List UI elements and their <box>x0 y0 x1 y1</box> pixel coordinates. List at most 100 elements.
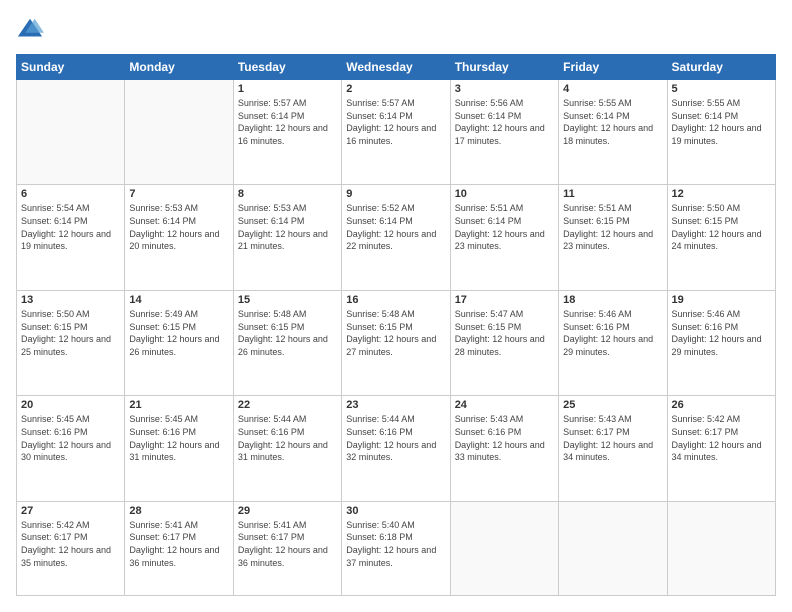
weekday-header-friday: Friday <box>559 55 667 80</box>
calendar-cell: 13 Sunrise: 5:50 AM Sunset: 6:15 PM Dayli… <box>17 290 125 395</box>
day-number: 23 <box>346 399 445 411</box>
weekday-header-sunday: Sunday <box>17 55 125 80</box>
day-number: 10 <box>455 188 554 200</box>
calendar-cell: 17Sunrise: 5:47 AM Sunset: 6:15 PM Dayli… <box>450 290 558 395</box>
day-number: 16 <box>346 294 445 306</box>
calendar-cell: 27Sunrise: 5:42 AM Sunset: 6:17 PM Dayli… <box>17 501 125 595</box>
day-number: 9 <box>346 188 445 200</box>
day-number: 21 <box>129 399 228 411</box>
page: SundayMondayTuesdayWednesdayThursdayFrid… <box>0 0 792 612</box>
day-number: 2 <box>346 83 445 95</box>
calendar-cell: 26 Sunrise: 5:42 AM Sunset: 6:17 PM Dayli… <box>667 396 775 501</box>
day-number: 25 <box>563 399 662 411</box>
calendar-week-row: 1 Sunrise: 5:57 AM Sunset: 6:14 PM Daylig… <box>17 80 776 185</box>
weekday-header-tuesday: Tuesday <box>233 55 341 80</box>
day-info: Sunrise: 5:53 AM Sunset: 6:14 PM Dayligh… <box>238 202 337 252</box>
calendar-cell: 21Sunrise: 5:45 AM Sunset: 6:16 PM Dayli… <box>125 396 233 501</box>
calendar-cell: 30 Sunrise: 5:40 AM Sunset: 6:18 PM Dayli… <box>342 501 450 595</box>
weekday-header-saturday: Saturday <box>667 55 775 80</box>
day-number: 4 <box>563 83 662 95</box>
calendar-cell: 9 Sunrise: 5:52 AM Sunset: 6:14 PM Daylig… <box>342 185 450 290</box>
day-number: 24 <box>455 399 554 411</box>
day-info: Sunrise: 5:47 AM Sunset: 6:15 PM Dayligh… <box>455 308 554 358</box>
calendar-cell <box>17 80 125 185</box>
day-number: 26 <box>672 399 771 411</box>
calendar-cell <box>667 501 775 595</box>
day-info: Sunrise: 5:48 AM Sunset: 6:15 PM Dayligh… <box>346 308 445 358</box>
calendar-cell: 12 Sunrise: 5:50 AM Sunset: 6:15 PM Dayli… <box>667 185 775 290</box>
day-info: Sunrise: 5:49 AM Sunset: 6:15 PM Dayligh… <box>129 308 228 358</box>
header <box>16 16 776 44</box>
day-number: 13 <box>21 294 120 306</box>
day-number: 8 <box>238 188 337 200</box>
calendar-cell <box>125 80 233 185</box>
day-info: Sunrise: 5:55 AM Sunset: 6:14 PM Dayligh… <box>563 97 662 147</box>
calendar-week-row: 20Sunrise: 5:45 AM Sunset: 6:16 PM Dayli… <box>17 396 776 501</box>
calendar-cell: 2 Sunrise: 5:57 AM Sunset: 6:14 PM Daylig… <box>342 80 450 185</box>
logo-icon <box>16 16 44 44</box>
calendar-cell <box>450 501 558 595</box>
calendar-cell: 14 Sunrise: 5:49 AM Sunset: 6:15 PM Dayli… <box>125 290 233 395</box>
day-number: 14 <box>129 294 228 306</box>
calendar-week-row: 6 Sunrise: 5:54 AM Sunset: 6:14 PM Daylig… <box>17 185 776 290</box>
day-info: Sunrise: 5:41 AM Sunset: 6:17 PM Dayligh… <box>238 519 337 569</box>
day-info: Sunrise: 5:42 AM Sunset: 6:17 PM Dayligh… <box>672 413 771 463</box>
calendar-cell: 15 Sunrise: 5:48 AM Sunset: 6:15 PM Dayli… <box>233 290 341 395</box>
day-info: Sunrise: 5:46 AM Sunset: 6:16 PM Dayligh… <box>563 308 662 358</box>
day-info: Sunrise: 5:43 AM Sunset: 6:16 PM Dayligh… <box>455 413 554 463</box>
calendar-cell: 23 Sunrise: 5:44 AM Sunset: 6:16 PM Dayli… <box>342 396 450 501</box>
day-info: Sunrise: 5:46 AM Sunset: 6:16 PM Dayligh… <box>672 308 771 358</box>
calendar-cell: 20Sunrise: 5:45 AM Sunset: 6:16 PM Dayli… <box>17 396 125 501</box>
calendar-week-row: 27Sunrise: 5:42 AM Sunset: 6:17 PM Dayli… <box>17 501 776 595</box>
calendar-cell: 4 Sunrise: 5:55 AM Sunset: 6:14 PM Daylig… <box>559 80 667 185</box>
calendar-cell: 10 Sunrise: 5:51 AM Sunset: 6:14 PM Dayli… <box>450 185 558 290</box>
calendar-cell: 18 Sunrise: 5:46 AM Sunset: 6:16 PM Dayli… <box>559 290 667 395</box>
day-number: 15 <box>238 294 337 306</box>
day-number: 5 <box>672 83 771 95</box>
day-info: Sunrise: 5:40 AM Sunset: 6:18 PM Dayligh… <box>346 519 445 569</box>
calendar-cell: 3 Sunrise: 5:56 AM Sunset: 6:14 PM Daylig… <box>450 80 558 185</box>
day-number: 1 <box>238 83 337 95</box>
calendar-cell: 11Sunrise: 5:51 AM Sunset: 6:15 PM Dayli… <box>559 185 667 290</box>
day-info: Sunrise: 5:53 AM Sunset: 6:14 PM Dayligh… <box>129 202 228 252</box>
weekday-header-thursday: Thursday <box>450 55 558 80</box>
day-number: 28 <box>129 505 228 517</box>
day-info: Sunrise: 5:55 AM Sunset: 6:14 PM Dayligh… <box>672 97 771 147</box>
day-info: Sunrise: 5:56 AM Sunset: 6:14 PM Dayligh… <box>455 97 554 147</box>
day-number: 7 <box>129 188 228 200</box>
day-info: Sunrise: 5:48 AM Sunset: 6:15 PM Dayligh… <box>238 308 337 358</box>
calendar-cell: 28 Sunrise: 5:41 AM Sunset: 6:17 PM Dayli… <box>125 501 233 595</box>
calendar-cell: 8 Sunrise: 5:53 AM Sunset: 6:14 PM Daylig… <box>233 185 341 290</box>
logo <box>16 16 46 44</box>
calendar-week-row: 13 Sunrise: 5:50 AM Sunset: 6:15 PM Dayli… <box>17 290 776 395</box>
calendar-table: SundayMondayTuesdayWednesdayThursdayFrid… <box>16 54 776 596</box>
calendar-cell: 22 Sunrise: 5:44 AM Sunset: 6:16 PM Dayli… <box>233 396 341 501</box>
day-number: 27 <box>21 505 120 517</box>
day-info: Sunrise: 5:44 AM Sunset: 6:16 PM Dayligh… <box>238 413 337 463</box>
calendar-cell <box>559 501 667 595</box>
calendar-cell: 25Sunrise: 5:43 AM Sunset: 6:17 PM Dayli… <box>559 396 667 501</box>
day-number: 29 <box>238 505 337 517</box>
day-info: Sunrise: 5:44 AM Sunset: 6:16 PM Dayligh… <box>346 413 445 463</box>
day-number: 6 <box>21 188 120 200</box>
day-number: 3 <box>455 83 554 95</box>
day-info: Sunrise: 5:50 AM Sunset: 6:15 PM Dayligh… <box>672 202 771 252</box>
day-info: Sunrise: 5:50 AM Sunset: 6:15 PM Dayligh… <box>21 308 120 358</box>
day-info: Sunrise: 5:51 AM Sunset: 6:14 PM Dayligh… <box>455 202 554 252</box>
day-info: Sunrise: 5:41 AM Sunset: 6:17 PM Dayligh… <box>129 519 228 569</box>
weekday-header-row: SundayMondayTuesdayWednesdayThursdayFrid… <box>17 55 776 80</box>
day-number: 22 <box>238 399 337 411</box>
weekday-header-wednesday: Wednesday <box>342 55 450 80</box>
day-number: 30 <box>346 505 445 517</box>
day-number: 19 <box>672 294 771 306</box>
calendar-cell: 19 Sunrise: 5:46 AM Sunset: 6:16 PM Dayli… <box>667 290 775 395</box>
day-info: Sunrise: 5:57 AM Sunset: 6:14 PM Dayligh… <box>346 97 445 147</box>
calendar-cell: 6 Sunrise: 5:54 AM Sunset: 6:14 PM Daylig… <box>17 185 125 290</box>
calendar-cell: 24 Sunrise: 5:43 AM Sunset: 6:16 PM Dayli… <box>450 396 558 501</box>
day-number: 18 <box>563 294 662 306</box>
calendar-cell: 7 Sunrise: 5:53 AM Sunset: 6:14 PM Daylig… <box>125 185 233 290</box>
day-info: Sunrise: 5:54 AM Sunset: 6:14 PM Dayligh… <box>21 202 120 252</box>
day-info: Sunrise: 5:52 AM Sunset: 6:14 PM Dayligh… <box>346 202 445 252</box>
day-number: 12 <box>672 188 771 200</box>
calendar-cell: 16 Sunrise: 5:48 AM Sunset: 6:15 PM Dayli… <box>342 290 450 395</box>
